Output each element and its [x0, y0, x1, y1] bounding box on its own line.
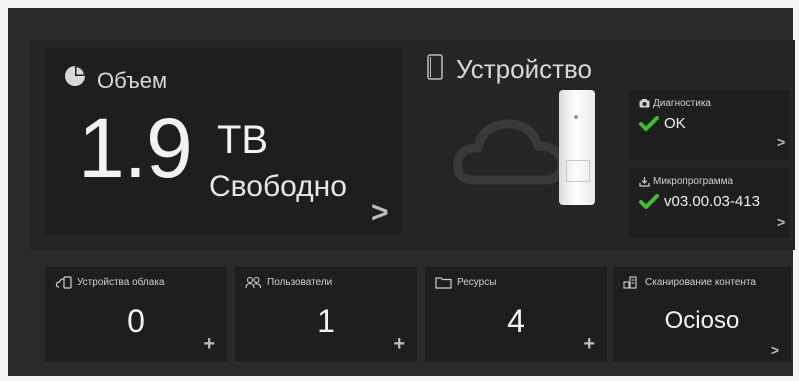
- tile-value: 4: [507, 303, 525, 339]
- tile-value: 0: [127, 303, 145, 339]
- tile-cloud-devices[interactable]: Устройства облака 0 +: [45, 267, 227, 362]
- diagnostics-value: OK: [664, 115, 686, 132]
- capacity-panel[interactable]: Объем 1.9 TB Свободно >: [45, 48, 401, 235]
- checkmark-icon: [639, 116, 659, 131]
- tile-users[interactable]: Пользователи 1 +: [235, 267, 417, 362]
- device-title: Устройство: [456, 54, 593, 84]
- tile-value: Ocioso: [664, 307, 740, 334]
- diagnostics-more-chevron[interactable]: >: [777, 134, 785, 150]
- cloud-devices-icon: [55, 276, 72, 289]
- tile-label: Сканирование контента: [645, 277, 756, 288]
- cloud-illustration: [453, 119, 567, 185]
- device-drive-image: [559, 90, 595, 205]
- tile-label: Пользователи: [267, 277, 333, 288]
- camera-icon: [639, 99, 650, 108]
- pie-chart-icon: [65, 66, 85, 86]
- capacity-title: Объем: [97, 68, 168, 93]
- firmware-label: Микропрограмма: [653, 176, 734, 187]
- drive-led: [574, 115, 578, 119]
- add-cloud-device-button[interactable]: +: [203, 333, 215, 356]
- drive-vent: [566, 160, 590, 182]
- folder-icon: [435, 277, 452, 289]
- capacity-free-label: Свободно: [209, 170, 347, 203]
- tile-label: Ресурсы: [457, 277, 497, 288]
- firmware-more-chevron[interactable]: >: [777, 214, 785, 230]
- add-share-button[interactable]: +: [583, 333, 595, 356]
- firmware-value: v03.00.03-413: [664, 193, 760, 210]
- download-icon: [639, 177, 650, 187]
- tile-shares[interactable]: Ресурсы 4 +: [425, 267, 607, 362]
- tile-label: Устройства облака: [77, 277, 165, 288]
- tile-content-scan[interactable]: Сканирование контента Ocioso >: [613, 267, 791, 362]
- content-scan-more-chevron[interactable]: >: [771, 342, 779, 358]
- diagnostics-label: Диагностика: [653, 98, 711, 109]
- capacity-more-chevron[interactable]: >: [371, 196, 389, 230]
- capacity-value: 1.9: [78, 101, 193, 195]
- scan-content-icon: [623, 276, 637, 289]
- diagnostics-panel[interactable]: Диагностика OK >: [629, 90, 789, 160]
- checkmark-icon: [639, 194, 659, 209]
- add-user-button[interactable]: +: [393, 333, 405, 356]
- firmware-panel[interactable]: Микропрограмма v03.00.03-413 >: [629, 168, 789, 238]
- users-icon: [245, 276, 262, 289]
- tile-value: 1: [317, 303, 335, 339]
- device-outline-icon: [427, 54, 443, 80]
- capacity-unit: TB: [217, 118, 269, 162]
